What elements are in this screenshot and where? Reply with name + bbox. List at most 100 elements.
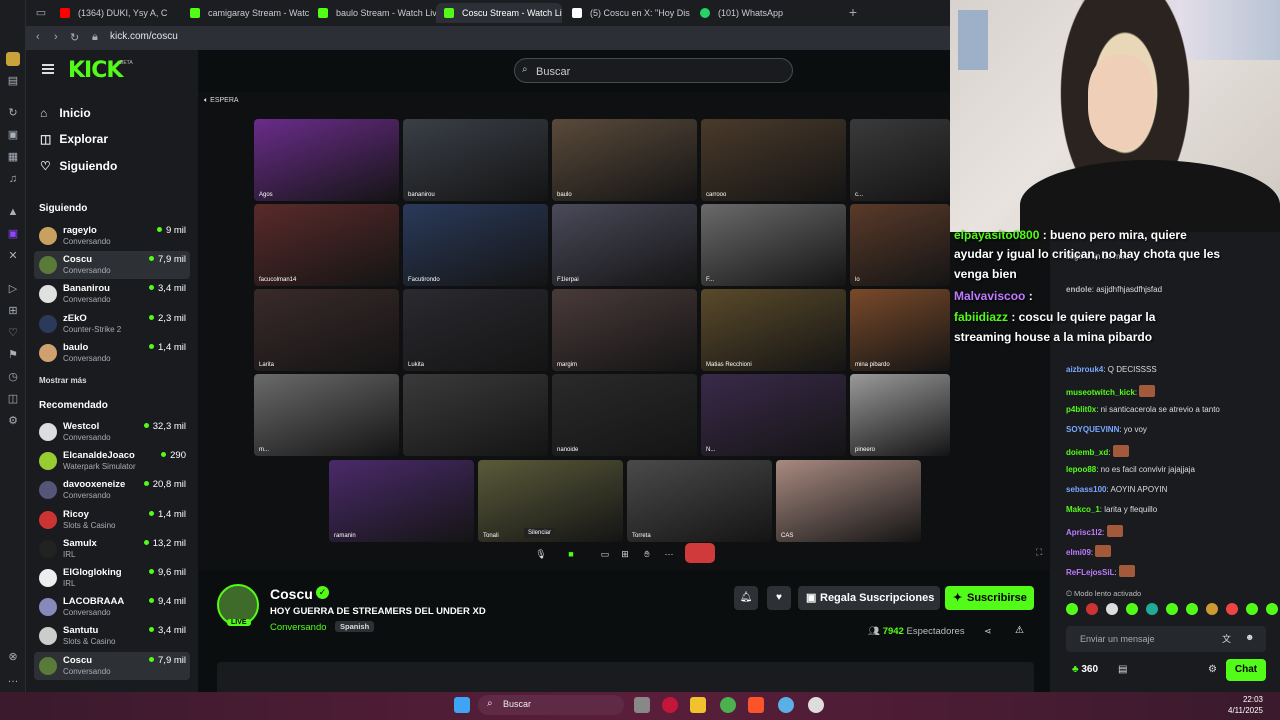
app-icon[interactable] xyxy=(778,697,794,713)
store-icon[interactable]: ▤ xyxy=(6,74,20,88)
refresh-icon[interactable]: ↻ xyxy=(6,106,20,120)
grid-icon[interactable]: ⊞ xyxy=(6,304,20,318)
send-chat-button[interactable]: Chat xyxy=(1226,659,1266,681)
emote-icon[interactable] xyxy=(1266,603,1278,615)
chat-username[interactable]: elmi09 xyxy=(1066,548,1091,557)
sidebar-channel[interactable]: davooxeneize Conversando 20,8 mil xyxy=(34,476,190,504)
gift-subs-button[interactable]: ▣ Regala Suscripciones xyxy=(798,586,940,610)
translate-icon[interactable]: 文 xyxy=(1222,632,1231,645)
emote-icon[interactable] xyxy=(1106,603,1118,615)
obs-icon[interactable] xyxy=(808,697,824,713)
emote-icon[interactable] xyxy=(1166,603,1178,615)
chat-username[interactable]: lepoo88 xyxy=(1066,465,1096,474)
browser-tab[interactable]: (5) Coscu en X: "Hoy Dis xyxy=(564,3,692,23)
browser-tab[interactable]: camigaray Stream - Watc xyxy=(182,3,310,23)
system-clock[interactable]: 22:03 4/11/2025 xyxy=(1228,694,1263,716)
bag-icon[interactable]: ▣ xyxy=(6,128,20,142)
twitch-icon[interactable]: ▣ xyxy=(6,227,20,241)
sidebar-channel[interactable]: ElGlogloking IRL 9,6 mil xyxy=(34,564,190,592)
store-icon[interactable]: ▤ xyxy=(1118,664,1127,675)
language-tag[interactable]: Spanish xyxy=(335,621,375,632)
emote-icon[interactable] xyxy=(1186,603,1198,615)
participant-tile[interactable]: m... xyxy=(254,374,399,456)
kick-logo[interactable]: KICK xyxy=(68,58,123,83)
chat-username[interactable]: Makco_1 xyxy=(1066,505,1100,514)
participant-tile[interactable]: pineero xyxy=(850,374,950,456)
chat-username[interactable]: ReFLejosSiL xyxy=(1066,568,1114,577)
participant-tile[interactable]: c... xyxy=(850,119,950,201)
stream-category[interactable]: Conversando xyxy=(270,622,327,633)
play-icon[interactable]: ▷ xyxy=(6,282,20,296)
emote-icon[interactable] xyxy=(1206,603,1218,615)
show-more-link[interactable]: Mostrar más xyxy=(39,376,87,385)
nav-following[interactable]: ♡ Siguiendo xyxy=(40,159,117,173)
close-icon[interactable]: ⊗ xyxy=(6,650,20,664)
x-icon[interactable]: ✕ xyxy=(6,249,20,263)
chat-username[interactable]: museotwitch_kick xyxy=(1066,388,1135,397)
browser-tab[interactable]: (101) WhatsApp xyxy=(692,3,820,23)
chat-username[interactable]: aizbrouk4 xyxy=(1066,365,1103,374)
participant-tile[interactable]: mina pibardo xyxy=(850,289,950,371)
emoji-icon[interactable]: ☻ xyxy=(1245,632,1254,642)
emote-icon[interactable] xyxy=(1246,603,1258,615)
participant-tile[interactable]: margim xyxy=(552,289,697,371)
nav-home[interactable]: ⌂ Inicio xyxy=(40,106,91,120)
participant-tile[interactable]: Matias Recchioni xyxy=(701,289,846,371)
chat-username[interactable]: p4blit0x xyxy=(1066,405,1096,414)
opera-icon[interactable] xyxy=(662,697,678,713)
sidebar-channel[interactable]: ElcanaldeJoaco Waterpark Simulator 290 xyxy=(34,447,190,475)
participant-tile[interactable]: F... xyxy=(701,204,846,286)
participant-tile[interactable]: Facutirondo xyxy=(403,204,548,286)
participant-tile[interactable]: Larita xyxy=(254,289,399,371)
browser-tab[interactable]: baulo Stream - Watch Liv xyxy=(310,3,438,23)
streamer-name[interactable]: Coscu xyxy=(270,586,313,602)
notification-bell-icon[interactable]: 🔔︎ xyxy=(734,586,758,610)
participant-tile[interactable]: F1lerpai xyxy=(552,204,697,286)
chat-username[interactable]: sebass100 xyxy=(1066,485,1106,494)
sidebar-channel[interactable]: Coscu Conversando 7,9 mil xyxy=(34,651,190,680)
grid-view-icon[interactable]: ⊞ xyxy=(618,547,632,561)
clock-icon[interactable]: ◷ xyxy=(6,370,20,384)
browser-tab[interactable]: (1364) DUKI, Ysy A, C xyxy=(52,3,202,23)
brave-icon[interactable] xyxy=(748,697,764,713)
nav-explore[interactable]: ◫ Explorar xyxy=(40,132,108,146)
participant-tile[interactable]: lo xyxy=(850,204,950,286)
emote-icon[interactable] xyxy=(1086,603,1098,615)
flag-icon[interactable]: ⚑ xyxy=(6,348,20,362)
screen-share-icon[interactable]: ▭ xyxy=(598,547,612,561)
emote-icon[interactable] xyxy=(1146,603,1158,615)
chat-username[interactable]: SOYQUEVINN xyxy=(1066,425,1119,434)
participant-tile[interactable]: baulo xyxy=(552,119,697,201)
sidebar-channel[interactable]: Coscu Conversando 7,9 mil xyxy=(34,251,190,280)
more-options-icon[interactable]: ⋯ xyxy=(662,547,676,561)
camera-icon[interactable]: ■ xyxy=(564,547,578,561)
participant-tile[interactable]: Lukita xyxy=(403,289,548,371)
heart-icon[interactable]: ♡ xyxy=(6,326,20,340)
package-icon[interactable]: ◫ xyxy=(6,392,20,406)
gallery-icon[interactable]: ▦ xyxy=(6,150,20,164)
browser-tab-active[interactable]: Coscu Stream - Watch Li xyxy=(436,3,562,23)
chat-username[interactable]: doiemb_xd xyxy=(1066,448,1108,457)
emote-icon[interactable] xyxy=(1226,603,1238,615)
sidebar-channel[interactable]: Santutu Slots & Casino 3,4 mil xyxy=(34,622,190,650)
participant-tile[interactable]: ramanin xyxy=(329,460,474,542)
share-icon[interactable]: ⋖ xyxy=(984,626,992,637)
emote-icon[interactable] xyxy=(1066,603,1078,615)
file-explorer-icon[interactable] xyxy=(690,697,706,713)
up-icon[interactable]: ▲ xyxy=(6,205,20,219)
sidebar-channel[interactable]: Bananirou Conversando 3,4 mil xyxy=(34,280,190,308)
back-icon[interactable]: ‹ xyxy=(36,31,40,43)
url-text[interactable]: kick.com/coscu xyxy=(110,31,178,42)
new-tab-icon[interactable]: + xyxy=(846,5,860,19)
sidebar-channel[interactable]: LACOBRAAA Conversando 9,4 mil xyxy=(34,593,190,621)
more-icon[interactable]: … xyxy=(6,672,20,686)
settings-icon[interactable]: ⚙ xyxy=(1208,664,1217,675)
participant-tile[interactable]: bananirou xyxy=(403,119,548,201)
participant-tile[interactable]: N... xyxy=(701,374,846,456)
settings-icon[interactable]: ⚙ xyxy=(6,414,20,428)
chat-username[interactable]: endole xyxy=(1066,285,1092,294)
participant-tile[interactable]: facucolman14 xyxy=(254,204,399,286)
sidebar-channel[interactable]: Samulx IRL 13,2 mil xyxy=(34,535,190,563)
subscribe-button[interactable]: ✦ Suscribirse xyxy=(945,586,1034,610)
sidebar-channel[interactable]: Ricoy Slots & Casino 1,4 mil xyxy=(34,506,190,534)
